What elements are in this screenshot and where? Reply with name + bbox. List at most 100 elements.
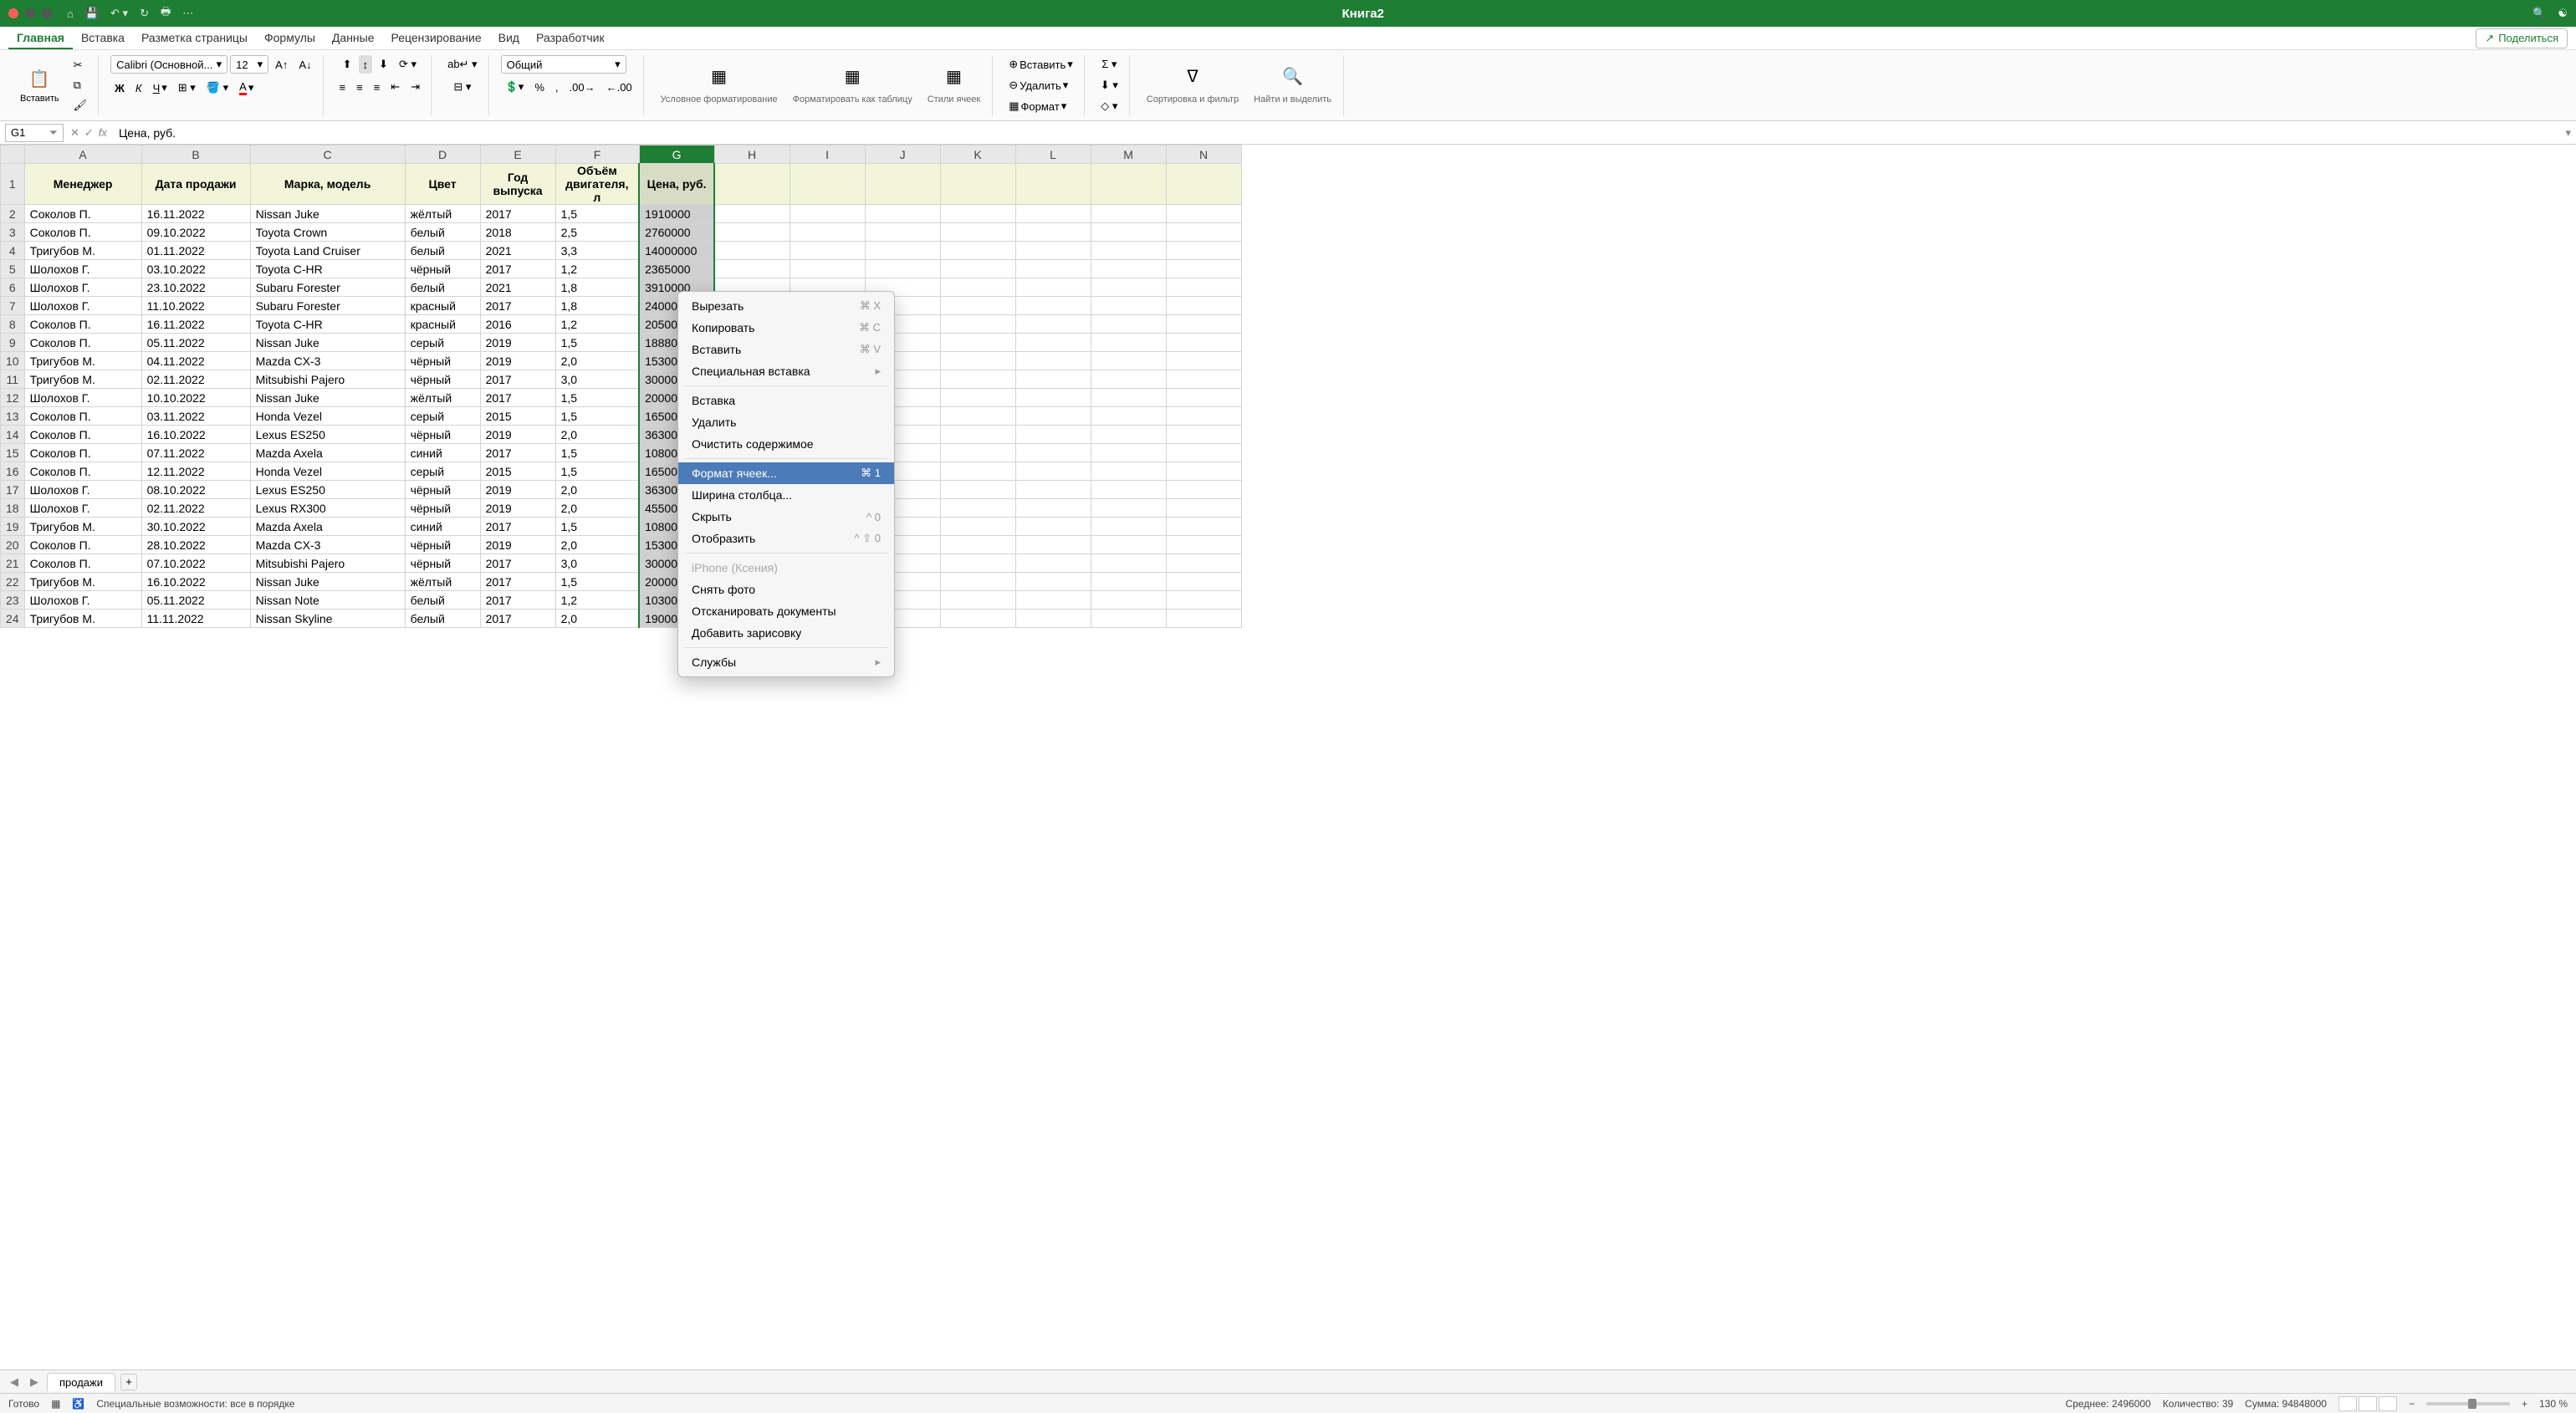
increase-decimal-icon[interactable]: .00→ [565,78,600,96]
cell[interactable] [1166,610,1241,628]
decrease-decimal-icon[interactable]: ←.00 [602,78,636,96]
select-all-corner[interactable] [1,145,25,164]
cell[interactable]: 1,5 [555,389,639,407]
cell[interactable] [1015,554,1091,573]
cell[interactable] [1166,499,1241,518]
cell[interactable]: Тригубов М. [24,352,141,370]
cell[interactable]: 2017 [480,518,555,536]
cell[interactable]: 1,5 [555,334,639,352]
ribbon-tab-1[interactable]: Вставка [73,28,133,49]
context-menu-item[interactable]: Формат ячеек...⌘ 1 [678,462,894,484]
cell[interactable] [1091,499,1166,518]
cell[interactable]: жёлтый [405,205,480,223]
cell[interactable] [1091,242,1166,260]
cell[interactable]: Nissan Skyline [250,610,405,628]
cell[interactable]: 2365000 [639,260,714,278]
cell[interactable]: чёрный [405,554,480,573]
cell[interactable]: Соколов П. [24,444,141,462]
cell[interactable]: 2017 [480,389,555,407]
col-header-A[interactable]: A [24,145,141,164]
context-menu-item[interactable]: Службы▸ [678,651,894,673]
cell[interactable]: 2017 [480,205,555,223]
cell[interactable] [1166,426,1241,444]
ribbon-tab-5[interactable]: Рецензирование [383,28,490,49]
cell[interactable] [1091,205,1166,223]
font-name-combo[interactable]: Calibri (Основной...▾ [110,55,227,74]
ribbon-tab-6[interactable]: Вид [490,28,528,49]
cell[interactable] [940,481,1015,499]
cell[interactable] [1015,499,1091,518]
close-window[interactable] [8,8,18,18]
cell[interactable]: 2,0 [555,426,639,444]
cell[interactable] [940,591,1015,610]
cell[interactable] [1091,426,1166,444]
cell[interactable] [1166,164,1241,205]
cell[interactable]: 2,0 [555,352,639,370]
cell[interactable]: 1,2 [555,315,639,334]
cell[interactable]: чёрный [405,260,480,278]
row-header-11[interactable]: 11 [1,370,25,389]
cell[interactable] [1015,481,1091,499]
row-header-10[interactable]: 10 [1,352,25,370]
cell[interactable] [790,205,865,223]
cell[interactable]: 1,8 [555,297,639,315]
cell[interactable]: чёрный [405,426,480,444]
print-icon[interactable]: 🖶 [161,4,171,23]
comma-icon[interactable]: , [551,78,563,96]
decrease-indent-icon[interactable]: ⇤ [386,78,404,96]
cell[interactable] [790,260,865,278]
cell[interactable]: 1,5 [555,444,639,462]
cell[interactable]: Шолохов Г. [24,260,141,278]
cell[interactable]: белый [405,591,480,610]
align-left-icon[interactable]: ≡ [335,78,350,96]
cell[interactable]: 2,0 [555,536,639,554]
cell[interactable]: Mazda Axela [250,444,405,462]
cell[interactable] [1091,297,1166,315]
sync-icon[interactable]: ☯ [2558,7,2568,20]
cell[interactable] [714,260,790,278]
cell[interactable] [1015,370,1091,389]
row-header-5[interactable]: 5 [1,260,25,278]
cell[interactable] [1166,481,1241,499]
cell[interactable] [1091,462,1166,481]
cell[interactable]: 1,5 [555,407,639,426]
cell[interactable] [1015,591,1091,610]
cell[interactable]: 16.10.2022 [141,426,250,444]
cell[interactable] [1166,462,1241,481]
cell[interactable] [1091,352,1166,370]
cell[interactable]: 2,0 [555,481,639,499]
ribbon-tab-7[interactable]: Разработчик [528,28,613,49]
row-header-18[interactable]: 18 [1,499,25,518]
cell[interactable]: Год выпуска [480,164,555,205]
cell[interactable]: 10.10.2022 [141,389,250,407]
cell[interactable]: 16.10.2022 [141,573,250,591]
col-header-H[interactable]: H [714,145,790,164]
cell[interactable]: 1,5 [555,462,639,481]
cell[interactable]: Соколов П. [24,334,141,352]
cell[interactable] [1091,518,1166,536]
context-menu-item[interactable]: Ширина столбца... [678,484,894,506]
cell[interactable] [940,260,1015,278]
cell[interactable]: Тригубов М. [24,610,141,628]
cell[interactable]: Соколов П. [24,536,141,554]
cell[interactable] [1015,610,1091,628]
align-bottom-icon[interactable]: ⬇ [375,55,392,74]
cell[interactable] [1015,573,1091,591]
cell[interactable] [1091,315,1166,334]
col-header-I[interactable]: I [790,145,865,164]
cell[interactable] [1015,164,1091,205]
align-right-icon[interactable]: ≡ [370,78,385,96]
cell[interactable]: Nissan Juke [250,389,405,407]
cell[interactable]: белый [405,223,480,242]
ribbon-tab-2[interactable]: Разметка страницы [133,28,256,49]
clear-icon[interactable]: ◇ ▾ [1096,97,1122,115]
row-header-9[interactable]: 9 [1,334,25,352]
context-menu-item[interactable]: Снять фото [678,579,894,600]
cell[interactable] [1166,352,1241,370]
cell[interactable]: 2017 [480,554,555,573]
row-header-21[interactable]: 21 [1,554,25,573]
cell[interactable]: 30.10.2022 [141,518,250,536]
row-header-15[interactable]: 15 [1,444,25,462]
cell[interactable] [1091,573,1166,591]
find-select-button[interactable]: 🔍Найти и выделить [1249,63,1337,108]
